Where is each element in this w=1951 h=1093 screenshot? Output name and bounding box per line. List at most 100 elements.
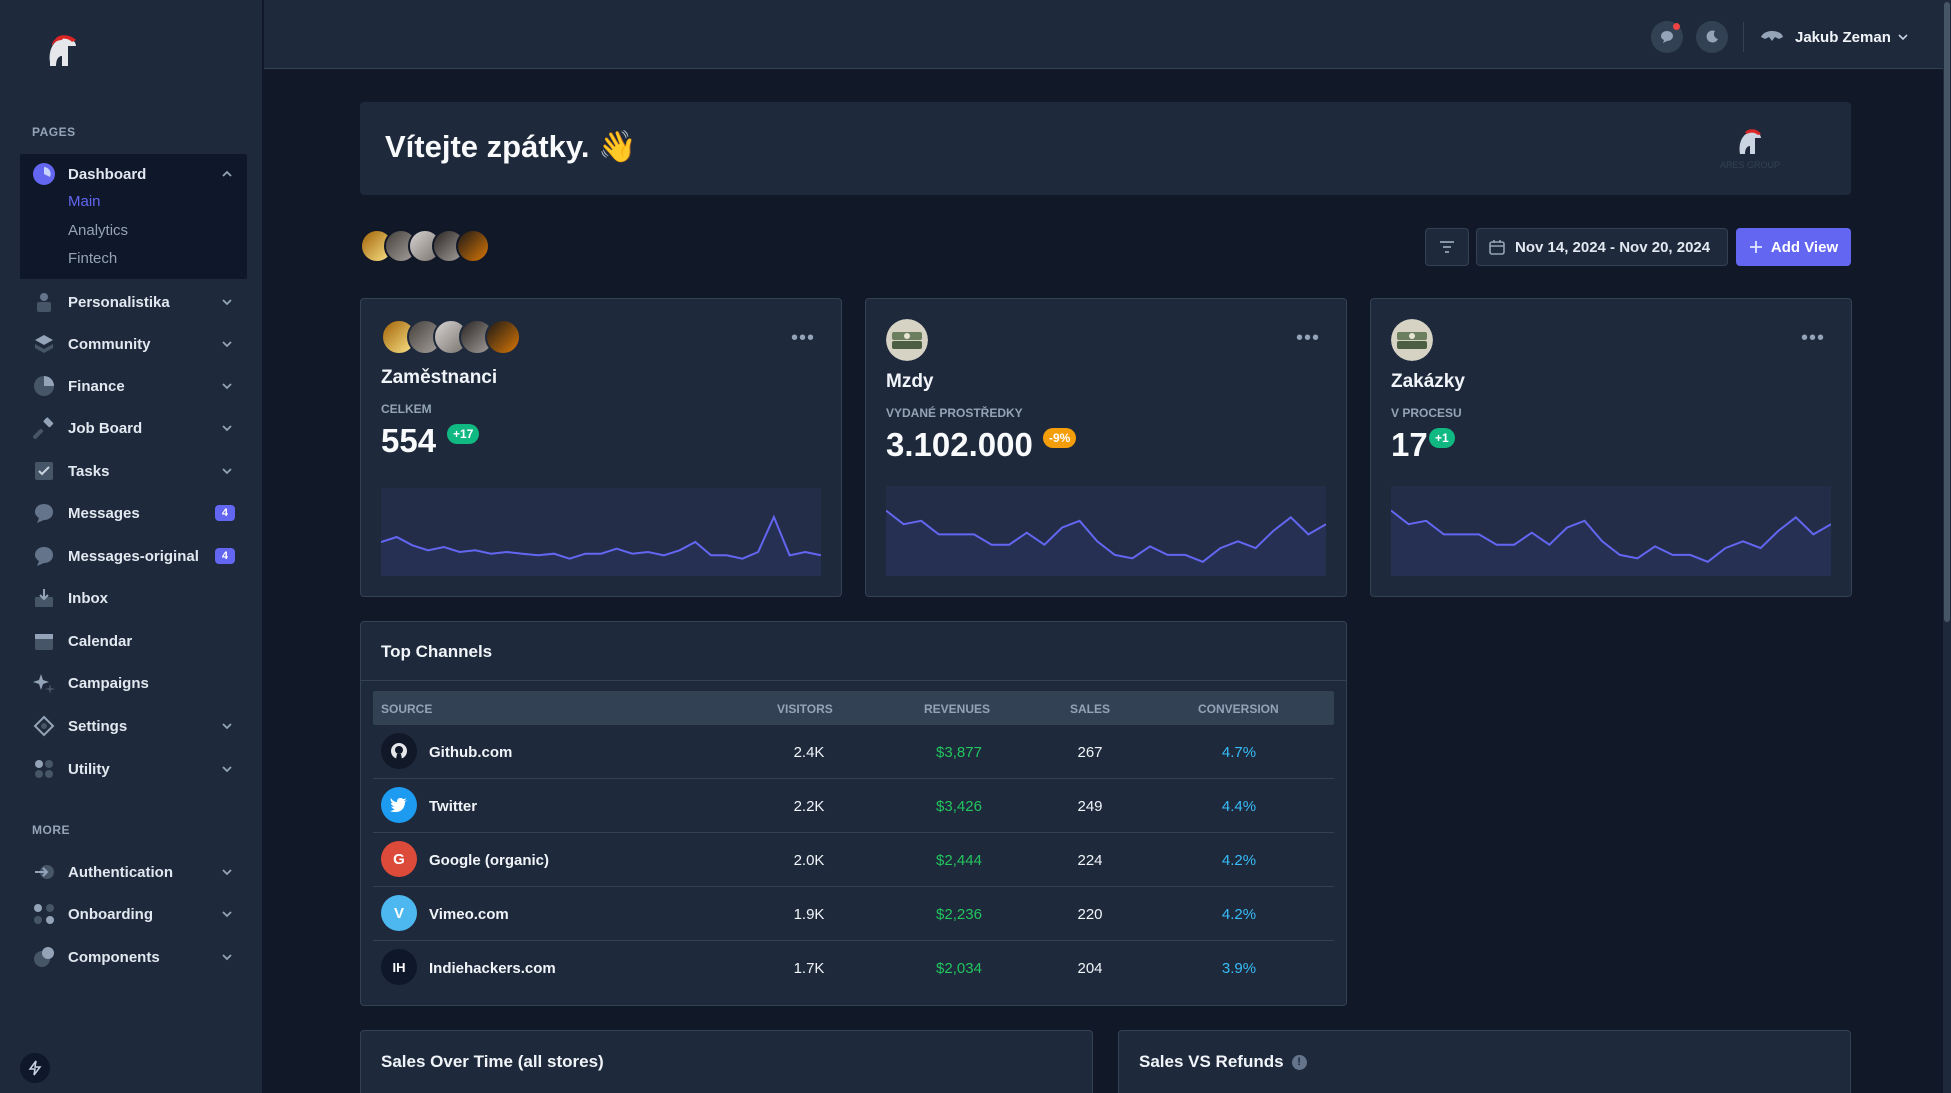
sidebar-item-personalistika[interactable]: Personalistika (20, 282, 247, 322)
user-menu[interactable]: Jakub Zeman (1759, 23, 1909, 51)
sales-value: 224 (1077, 852, 1103, 869)
sidebar-item-components[interactable]: Components (20, 937, 247, 977)
sales-vs-refunds-card: Sales VS Refunds! (1118, 1030, 1851, 1093)
community-icon (32, 332, 56, 356)
chevron-down-icon (222, 869, 232, 876)
sidebar-item-community[interactable]: Community (20, 324, 247, 364)
card-heading-text: Sales VS Refunds (1139, 1052, 1284, 1071)
filter-button[interactable] (1425, 228, 1469, 266)
table-row[interactable]: Github.com 2.4K $3,877 267 4.7% (373, 725, 1334, 779)
stat-card-salaries: ••• Mzdy Vydané prostředky 3.102.000 -9% (865, 298, 1347, 597)
sidebar-item-onboarding[interactable]: Onboarding (20, 894, 247, 934)
google-icon: G (381, 841, 417, 877)
sparkline-chart (1391, 486, 1831, 576)
login-arrow-icon (32, 860, 56, 884)
more-options-icon[interactable]: ••• (791, 327, 815, 350)
sidebar-item-campaigns[interactable]: Campaigns (20, 663, 247, 703)
col-conversion: CONVERSION (1198, 702, 1279, 716)
info-icon[interactable]: ! (1291, 1054, 1307, 1070)
sidebar-item-messages-original[interactable]: Messages-original 4 (20, 536, 247, 576)
chevron-down-icon (222, 299, 232, 306)
sidebar-item-calendar[interactable]: Calendar (20, 621, 247, 661)
sparkles-icon (32, 671, 56, 695)
user-avatar-icon (1761, 31, 1783, 41)
sidebar-item-settings[interactable]: Settings (20, 706, 247, 746)
sidebar-sub-fintech[interactable]: Fintech (68, 250, 117, 267)
conversion-value: 4.2% (1221, 906, 1257, 923)
table-row[interactable]: G Google (organic) 2.0K $2,444 224 4.2% (373, 833, 1334, 887)
components-icon (32, 945, 56, 969)
source-name: Twitter (429, 798, 478, 815)
unread-badge: 4 (214, 505, 235, 521)
settings-icon (32, 714, 56, 738)
bolt-icon[interactable] (20, 1053, 50, 1083)
notifications-button[interactable] (1651, 21, 1683, 53)
delta-badge: -9% (1043, 428, 1077, 448)
dark-mode-toggle[interactable] (1696, 21, 1728, 53)
add-view-button[interactable]: Add View (1736, 228, 1851, 266)
twitter-icon (381, 787, 417, 823)
conversion-value: 4.7% (1221, 744, 1257, 761)
visitors-value: 1.7K (793, 960, 825, 977)
more-options-icon[interactable]: ••• (1801, 327, 1825, 350)
money-icon (1391, 319, 1433, 361)
chevron-up-icon (222, 170, 232, 177)
user-name: Jakub Zeman (1795, 28, 1891, 46)
source-name: Vimeo.com (429, 906, 509, 923)
spartan-helmet-logo[interactable] (42, 32, 82, 72)
sidebar-item-inbox[interactable]: Inbox (20, 578, 247, 618)
more-options-icon[interactable]: ••• (1296, 327, 1320, 350)
scrollbar-thumb[interactable] (1944, 2, 1950, 622)
calendar-icon (32, 629, 56, 653)
chevron-down-icon (222, 723, 232, 730)
sidebar-item-label: Campaigns (68, 674, 149, 692)
table-row[interactable]: IH Indiehackers.com 1.7K $2,034 204 3.9% (373, 941, 1334, 995)
col-visitors: VISITORS (777, 702, 833, 716)
github-icon (381, 733, 417, 769)
card-value: 3.102.000 (886, 426, 1033, 463)
sidebar-sub-analytics[interactable]: Analytics (68, 222, 128, 239)
add-view-label: Add View (1770, 238, 1839, 256)
chevron-down-icon (222, 954, 232, 961)
grid-dots-icon (32, 757, 56, 781)
table-row[interactable]: Twitter 2.2K $3,426 249 4.4% (373, 779, 1334, 833)
delta-badge: +17 (447, 424, 480, 444)
pie-chart-icon (32, 374, 56, 398)
page-scrollbar[interactable] (1943, 0, 1951, 1093)
chevron-down-icon (222, 341, 232, 348)
indiehackers-icon: IH (381, 949, 417, 985)
sidebar-item-label: Authentication (68, 863, 173, 881)
avatar (456, 229, 490, 263)
source-name: Github.com (429, 744, 513, 761)
sidebar-item-utility[interactable]: Utility (20, 749, 247, 789)
sales-value: 204 (1077, 960, 1103, 977)
card-heading: Sales Over Time (all stores) (381, 1052, 604, 1072)
table-header: SOURCE VISITORS REVENUES SALES CONVERSIO… (373, 691, 1334, 725)
chevron-down-icon (222, 911, 232, 918)
welcome-title: Vítejte zpátky. 👋 (385, 129, 637, 164)
dashboard-icon (32, 162, 56, 186)
avatar (485, 319, 521, 355)
source-name: Google (organic) (429, 852, 549, 869)
card-heading-text: Sales Over Time (all stores) (381, 1052, 604, 1071)
revenue-value: $2,236 (936, 906, 982, 923)
col-sales: SALES (1070, 702, 1111, 716)
col-revenues: REVENUES (924, 702, 991, 716)
moon-icon (1706, 30, 1718, 43)
sales-value: 220 (1077, 906, 1103, 923)
sidebar-item-dashboard[interactable]: Dashboard (20, 154, 247, 194)
sidebar-item-label: Messages (68, 504, 140, 522)
table-row[interactable]: V Vimeo.com 1.9K $2,236 220 4.2% (373, 887, 1334, 941)
sidebar-item-job-board[interactable]: Job Board (20, 408, 247, 448)
visitors-value: 1.9K (793, 906, 825, 923)
sidebar-item-tasks[interactable]: Tasks (20, 451, 247, 491)
sidebar-sub-main[interactable]: Main (68, 193, 101, 210)
date-range-picker[interactable]: Nov 14, 2024 - Nov 20, 2024 (1476, 228, 1728, 266)
more-section-label: MORE (32, 823, 70, 837)
sidebar-item-messages[interactable]: Messages 4 (20, 493, 247, 533)
team-avatars[interactable] (360, 229, 490, 263)
sidebar-item-finance[interactable]: Finance (20, 366, 247, 406)
visitors-value: 2.0K (793, 852, 825, 869)
sidebar-item-authentication[interactable]: Authentication (20, 852, 247, 892)
stat-card-employees: ••• Zaměstnanci Celkem 554 +17 (360, 298, 842, 597)
